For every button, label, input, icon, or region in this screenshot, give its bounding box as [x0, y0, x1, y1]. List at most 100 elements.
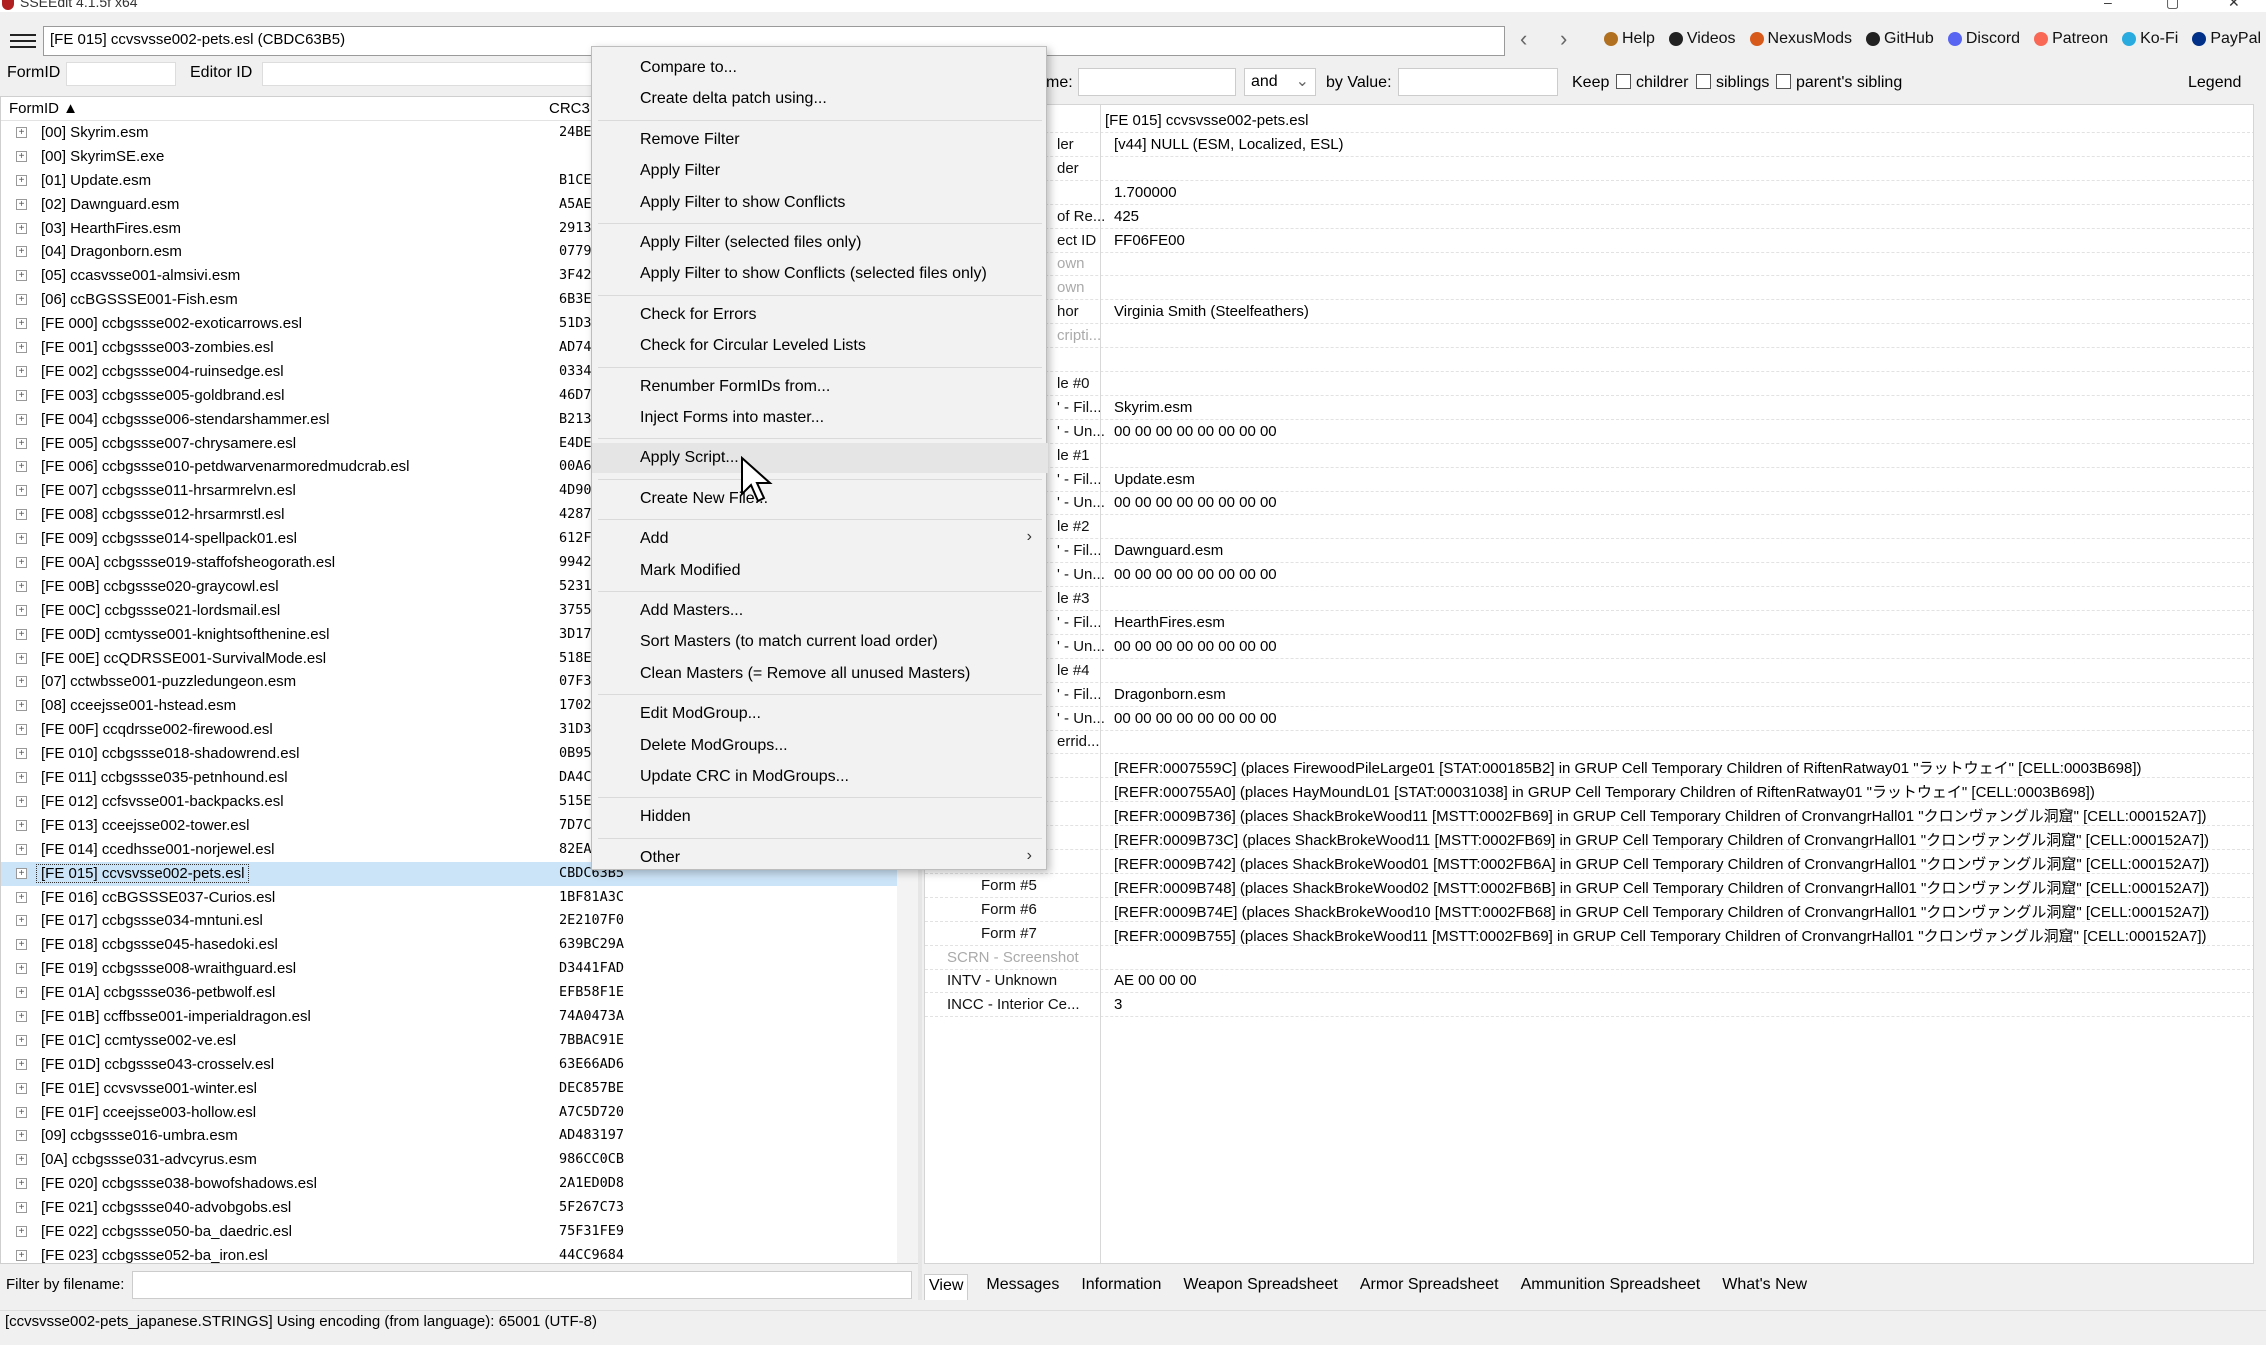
- tree-row[interactable]: + [FE 018] ccbgssse045-hasedoki.esl 639BC2…: [1, 933, 919, 957]
- menu-item-inject-forms-into-master[interactable]: Inject Forms into master...: [592, 403, 1048, 433]
- record-row[interactable]: ' - Un... 00 00 00 00 00 00 00 00: [925, 635, 2253, 659]
- record-row[interactable]: ' - Fil... HearthFires.esm: [925, 611, 2253, 635]
- record-row[interactable]: hor Virginia Smith (Steelfeathers): [925, 300, 2253, 325]
- link-nexusmods[interactable]: NexusMods: [1749, 30, 1852, 48]
- expand-icon[interactable]: +: [16, 939, 27, 951]
- menu-item-update-crc-in-modgroups[interactable]: Update CRC in ModGroups...: [592, 762, 1048, 792]
- record-row[interactable]: ect ID FF06FE00: [925, 229, 2253, 253]
- expand-icon[interactable]: +: [16, 485, 27, 497]
- record-row[interactable]: own: [925, 276, 2253, 301]
- hamburger-menu-icon[interactable]: [10, 30, 36, 50]
- record-row[interactable]: le #0: [925, 372, 2253, 396]
- record-row[interactable]: [REFR:0009B742] (places ShackBrokeWood01…: [925, 850, 2253, 874]
- record-row[interactable]: le #4: [925, 659, 2253, 683]
- menu-item-clean-masters-remove-all-unused-masters[interactable]: Clean Masters (= Remove all unused Maste…: [592, 659, 1048, 689]
- expand-icon[interactable]: +: [16, 342, 27, 354]
- tree-row[interactable]: + [FE 01D] ccbgssse043-crosselv.esl 63E66A…: [1, 1053, 919, 1077]
- tree-row[interactable]: + [FE 01A] ccbgssse036-petbwolf.esl EFB58F…: [1, 981, 919, 1005]
- expand-icon[interactable]: +: [16, 748, 27, 760]
- menu-item-add-masters[interactable]: Add Masters...: [592, 596, 1048, 626]
- formid-input[interactable]: [66, 62, 176, 86]
- menu-item-create-delta-patch-using[interactable]: Create delta patch using...: [592, 84, 1048, 114]
- column-formid[interactable]: FormID ▲: [9, 100, 78, 117]
- record-row[interactable]: ' - Un... 00 00 00 00 00 00 00 00: [925, 707, 2253, 731]
- and-select[interactable]: and ⌄: [1244, 68, 1316, 96]
- record-row[interactable]: cripti...: [925, 324, 2253, 349]
- expand-icon[interactable]: +: [16, 843, 27, 855]
- forward-arrow-icon[interactable]: ›: [1560, 26, 1567, 52]
- record-row[interactable]: INCC - Interior Ce... 3: [925, 993, 2253, 1018]
- expand-icon[interactable]: +: [16, 795, 27, 807]
- expand-icon[interactable]: +: [16, 580, 27, 592]
- expand-icon[interactable]: +: [16, 461, 27, 473]
- expand-icon[interactable]: +: [16, 509, 27, 521]
- expand-icon[interactable]: +: [16, 604, 27, 616]
- record-row[interactable]: SCRN - Screenshot: [925, 946, 2253, 970]
- menu-item-apply-filter-selected-files-only[interactable]: Apply Filter (selected files only): [592, 228, 1048, 258]
- link-paypal[interactable]: PayPal: [2192, 30, 2261, 48]
- record-row[interactable]: Form #6 [REFR:0009B74E] (places ShackBrok…: [925, 898, 2253, 922]
- expand-icon[interactable]: +: [16, 365, 27, 377]
- record-row[interactable]: [REFR:0007559C] (places FirewoodPileLarg…: [925, 754, 2253, 779]
- menu-item-compare-to[interactable]: Compare to...: [592, 53, 1048, 83]
- expand-icon[interactable]: +: [16, 127, 27, 138]
- expand-icon[interactable]: +: [16, 1202, 27, 1214]
- expand-icon[interactable]: +: [16, 867, 27, 879]
- expand-icon[interactable]: +: [16, 174, 27, 186]
- link-discord[interactable]: Discord: [1947, 30, 2020, 48]
- value-filter-input[interactable]: [1398, 68, 1558, 96]
- expand-icon[interactable]: +: [16, 891, 27, 903]
- expand-icon[interactable]: +: [16, 389, 27, 401]
- expand-icon[interactable]: +: [16, 413, 27, 425]
- record-row[interactable]: ler [v44] NULL (ESM, Localized, ESL): [925, 133, 2253, 157]
- tree-row[interactable]: + [FE 023] ccbgssse052-ba_iron.esl 44CC968…: [1, 1244, 919, 1263]
- menu-item-edit-modgroup[interactable]: Edit ModGroup...: [592, 699, 1048, 729]
- tab-what-s-new[interactable]: What's New: [1718, 1274, 1811, 1300]
- record-column-divider[interactable]: [1100, 105, 1101, 1263]
- link-patreon[interactable]: Patreon: [2034, 30, 2108, 48]
- record-row[interactable]: ' - Fil... Dragonborn.esm: [925, 683, 2253, 707]
- record-row[interactable]: Form #5 [REFR:0009B748] (places ShackBrok…: [925, 874, 2253, 898]
- expand-icon[interactable]: +: [16, 1034, 27, 1046]
- record-row[interactable]: [REFR:000755A0] (places HayMoundL01 [STA…: [925, 778, 2253, 803]
- filter-input[interactable]: [132, 1271, 912, 1299]
- tree-row[interactable]: + [FE 021] ccbgssse040-advobgobs.esl 5F267…: [1, 1196, 919, 1220]
- record-row[interactable]: 1.700000: [925, 181, 2253, 205]
- record-row[interactable]: le #2: [925, 515, 2253, 540]
- menu-item-apply-filter-to-show-conflicts-selected-files-only[interactable]: Apply Filter to show Conflicts (selected…: [592, 259, 1048, 289]
- tab-messages[interactable]: Messages: [982, 1274, 1063, 1300]
- tree-row[interactable]: + [FE 01E] ccvsvsse001-winter.esl DEC857BE: [1, 1077, 919, 1101]
- close-button[interactable]: ✕: [2228, 0, 2240, 11]
- expand-icon[interactable]: +: [16, 700, 27, 712]
- record-row[interactable]: ' - Un... 00 00 00 00 00 00 00 00: [925, 420, 2253, 444]
- link-videos[interactable]: Videos: [1668, 30, 1736, 48]
- tree-row[interactable]: + [FE 016] ccBGSSSE037-Curios.esl 1BF81A3C: [1, 886, 919, 910]
- name-filter-input[interactable]: [1078, 68, 1236, 96]
- record-row[interactable]: [REFR:0009B73C] (places ShackBrokeWood11…: [925, 826, 2253, 850]
- expand-icon[interactable]: +: [16, 963, 27, 975]
- expand-icon[interactable]: +: [16, 437, 27, 449]
- menu-item-apply-filter[interactable]: Apply Filter: [592, 156, 1048, 186]
- record-row[interactable]: own: [925, 252, 2253, 277]
- expand-icon[interactable]: +: [16, 1178, 27, 1190]
- menu-item-create-new-file[interactable]: Create New File...: [592, 484, 1048, 514]
- record-row[interactable]: [FE 015] ccvsvsse002-pets.esl: [925, 109, 2253, 133]
- expand-icon[interactable]: +: [16, 1225, 27, 1237]
- expand-icon[interactable]: +: [16, 198, 27, 210]
- expand-icon[interactable]: +: [16, 1130, 27, 1142]
- expand-icon[interactable]: +: [16, 628, 27, 640]
- record-row[interactable]: of Re... 425: [925, 205, 2253, 229]
- menu-item-check-for-errors[interactable]: Check for Errors: [592, 300, 1048, 330]
- expand-icon[interactable]: +: [16, 557, 27, 569]
- expand-icon[interactable]: +: [16, 150, 27, 162]
- tab-view[interactable]: View: [924, 1274, 969, 1300]
- tab-weapon-spreadsheet[interactable]: Weapon Spreadsheet: [1179, 1274, 1341, 1300]
- expand-icon[interactable]: +: [16, 772, 27, 784]
- record-row[interactable]: le #3: [925, 587, 2253, 611]
- record-row[interactable]: ' - Fil... Skyrim.esm: [925, 396, 2253, 420]
- record-view[interactable]: [FE 015] ccvsvsse002-pets.esl ler [v44] NU…: [924, 104, 2254, 1264]
- menu-item-mark-modified[interactable]: Mark Modified: [592, 556, 1048, 586]
- tree-row[interactable]: + [FE 020] ccbgssse038-bowofshadows.esl 2A…: [1, 1172, 919, 1196]
- expand-icon[interactable]: +: [16, 676, 27, 688]
- expand-icon[interactable]: +: [16, 270, 27, 282]
